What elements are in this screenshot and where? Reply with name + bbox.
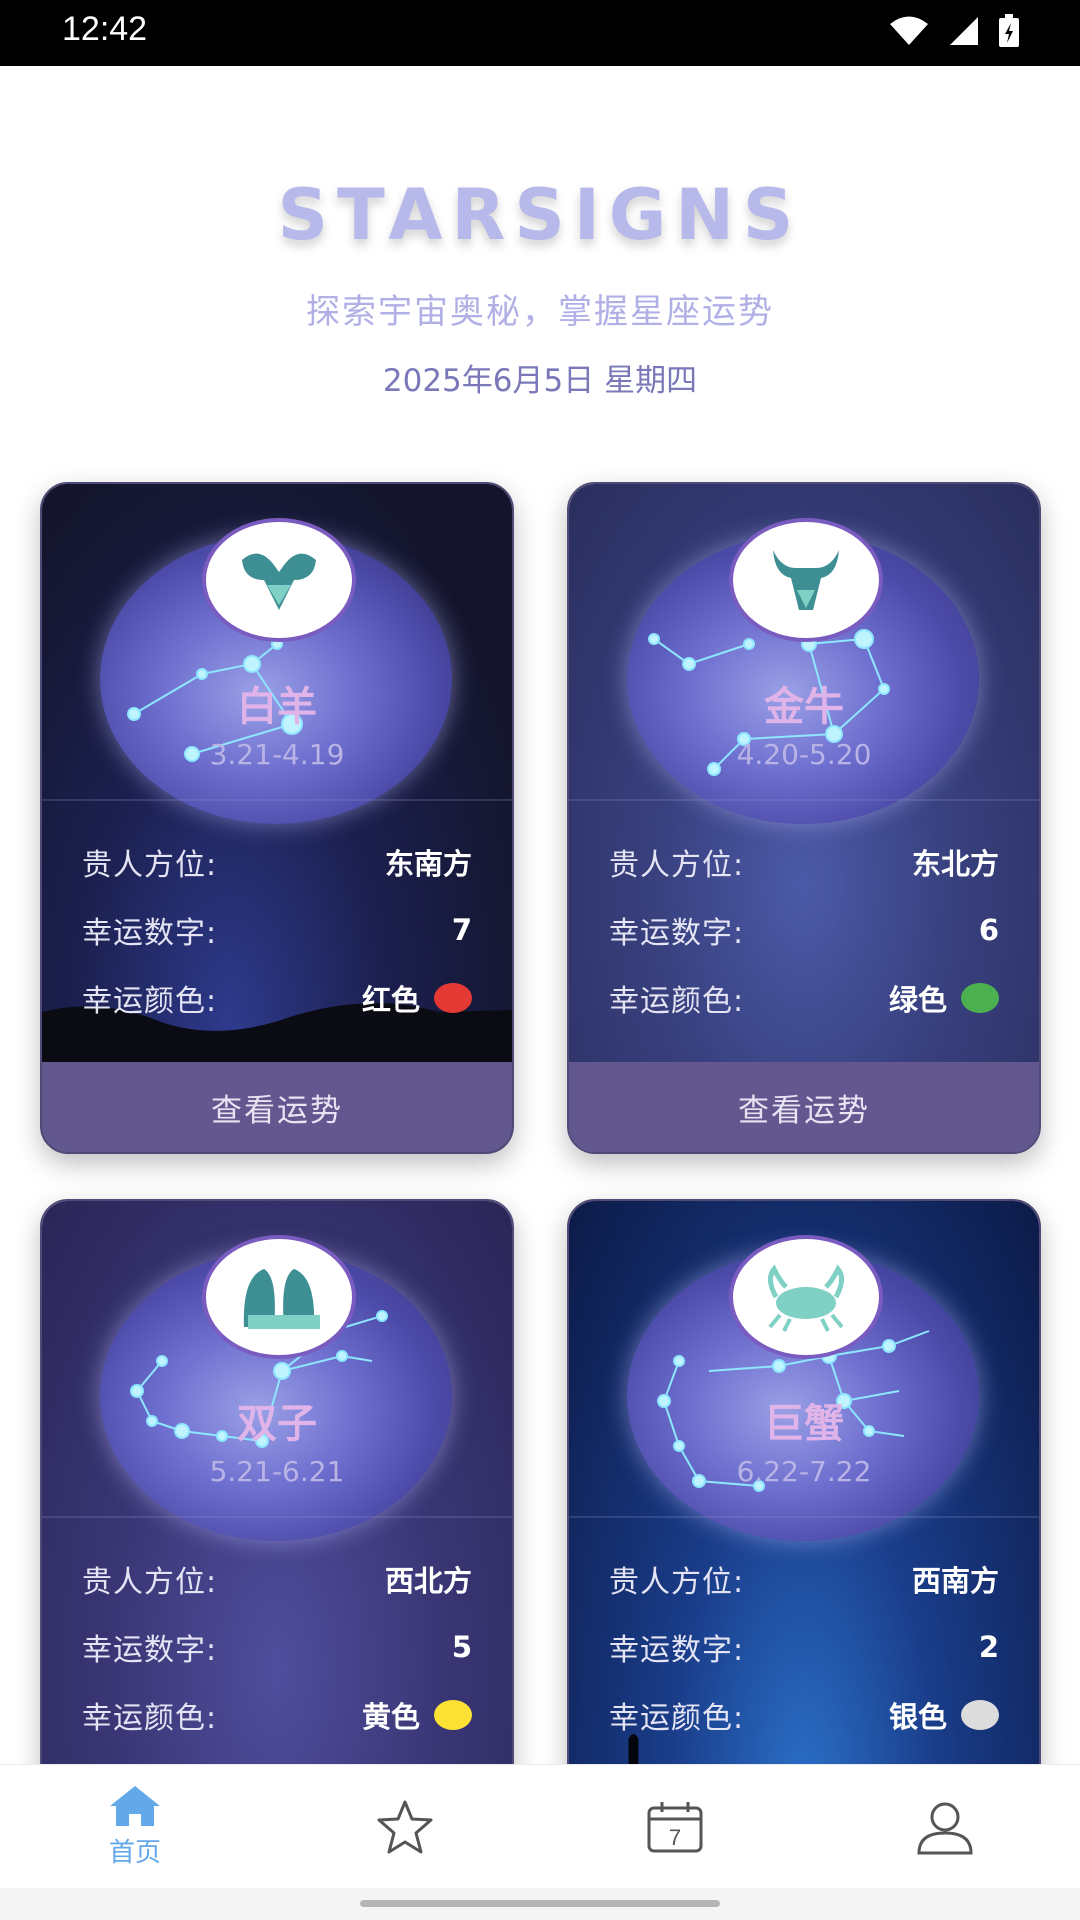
benefactor-label: 贵人方位: xyxy=(609,848,745,883)
benefactor-label: 贵人方位: xyxy=(609,1565,745,1600)
sign-date-range: 4.20-5.20 xyxy=(736,738,872,771)
lucky-number-label: 幸运数字: xyxy=(82,916,218,951)
status-icons xyxy=(888,14,1020,48)
sign-date-range: 3.21-4.19 xyxy=(209,738,345,771)
color-swatch xyxy=(434,1700,472,1730)
lucky-number-label: 幸运数字: xyxy=(609,916,745,951)
bottom-nav: 首页 7 xyxy=(0,1764,1080,1888)
taurus-icon xyxy=(729,518,883,642)
color-swatch xyxy=(961,1700,999,1730)
benefactor-label: 贵人方位: xyxy=(82,848,218,883)
benefactor-value: 东南方 xyxy=(384,847,472,881)
lucky-color-value: 银色 xyxy=(888,1700,947,1734)
lucky-color: 黄色 xyxy=(362,1694,472,1736)
fortune-details: 贵人方位: 东北方 幸运数字: 6 幸运颜色: 绿色 xyxy=(609,828,999,1032)
nav-calendar[interactable]: 7 xyxy=(540,1765,810,1888)
lucky-color-label: 幸运颜色: xyxy=(609,1701,745,1736)
tagline: 探索宇宙奥秘，掌握星座运势 xyxy=(306,292,774,332)
nav-home[interactable]: 首页 xyxy=(0,1765,270,1888)
nav-home-label: 首页 xyxy=(108,1838,161,1868)
aries-icon xyxy=(202,518,356,642)
calendar-day: 7 xyxy=(669,1825,681,1850)
benefactor-label: 贵人方位: xyxy=(82,1565,218,1600)
lucky-color-value: 绿色 xyxy=(888,983,947,1017)
lucky-color: 红色 xyxy=(362,977,472,1019)
lucky-color-label: 幸运颜色: xyxy=(609,984,745,1019)
zodiac-card[interactable]: 金牛 4.20-5.20 贵人方位: 东北方 幸运数字: 6 幸运颜色: 绿色 查看运… xyxy=(567,482,1041,1154)
lucky-color-value: 红色 xyxy=(361,983,420,1017)
sign-name: 白羊 xyxy=(237,684,317,730)
gesture-handle[interactable] xyxy=(360,1900,720,1907)
cancer-icon xyxy=(729,1235,883,1359)
sign-date-range: 6.22-7.22 xyxy=(736,1455,872,1488)
lucky-color-value: 黄色 xyxy=(361,1700,420,1734)
wifi-icon xyxy=(890,16,928,45)
signal-icon xyxy=(950,17,978,45)
gemini-icon xyxy=(202,1235,356,1359)
brand-title: STARSIGNS xyxy=(277,174,803,256)
sign-name: 金牛 xyxy=(764,684,844,730)
home-icon xyxy=(110,1786,160,1826)
lucky-number-value: 2 xyxy=(978,1630,999,1664)
benefactor-value: 东北方 xyxy=(911,847,999,881)
lucky-number-value: 6 xyxy=(978,913,999,947)
lucky-color: 绿色 xyxy=(889,977,999,1019)
header: STARSIGNS 探索宇宙奥秘，掌握星座运势 2025年6月5日 星期四 xyxy=(0,66,1080,400)
color-swatch xyxy=(434,983,472,1013)
divider xyxy=(569,799,1039,801)
fortune-details: 贵人方位: 西北方 幸运数字: 5 幸运颜色: 黄色 xyxy=(82,1545,472,1749)
fortune-details: 贵人方位: 西南方 幸运数字: 2 幸运颜色: 银色 xyxy=(609,1545,999,1749)
status-time: 12:42 xyxy=(62,10,148,48)
sign-name: 双子 xyxy=(237,1401,317,1447)
divider xyxy=(569,1516,1039,1518)
view-fortune-button[interactable]: 查看运势 xyxy=(42,1062,512,1152)
lucky-color: 银色 xyxy=(889,1694,999,1736)
lucky-color-label: 幸运颜色: xyxy=(82,984,218,1019)
lucky-number-label: 幸运数字: xyxy=(609,1633,745,1668)
benefactor-value: 西北方 xyxy=(384,1564,472,1598)
view-fortune-button[interactable]: 查看运势 xyxy=(569,1062,1039,1152)
lucky-number-value: 5 xyxy=(451,1630,472,1664)
lucky-number-label: 幸运数字: xyxy=(82,1633,218,1668)
sign-date-range: 5.21-6.21 xyxy=(209,1455,345,1488)
zodiac-card[interactable]: 白羊 3.21-4.19 贵人方位: 东南方 幸运数字: 7 幸运颜色: 红色 查看运… xyxy=(40,482,514,1154)
divider xyxy=(42,1516,512,1518)
divider xyxy=(42,799,512,801)
battery-icon xyxy=(999,14,1019,47)
status-bar: 12:42 xyxy=(0,0,1080,66)
benefactor-value: 西南方 xyxy=(911,1564,999,1598)
color-swatch xyxy=(961,983,999,1013)
calendar-icon: 7 xyxy=(647,1801,703,1852)
lucky-color-label: 幸运颜色: xyxy=(82,1701,218,1736)
nav-favorites[interactable] xyxy=(270,1765,540,1888)
profile-icon xyxy=(917,1802,973,1854)
nav-profile[interactable] xyxy=(810,1765,1080,1888)
star-icon xyxy=(377,1800,433,1853)
fortune-details: 贵人方位: 东南方 幸运数字: 7 幸运颜色: 红色 xyxy=(82,828,472,1032)
lucky-number-value: 7 xyxy=(451,913,472,947)
current-date: 2025年6月5日 星期四 xyxy=(382,363,698,399)
sign-name: 巨蟹 xyxy=(764,1401,844,1447)
